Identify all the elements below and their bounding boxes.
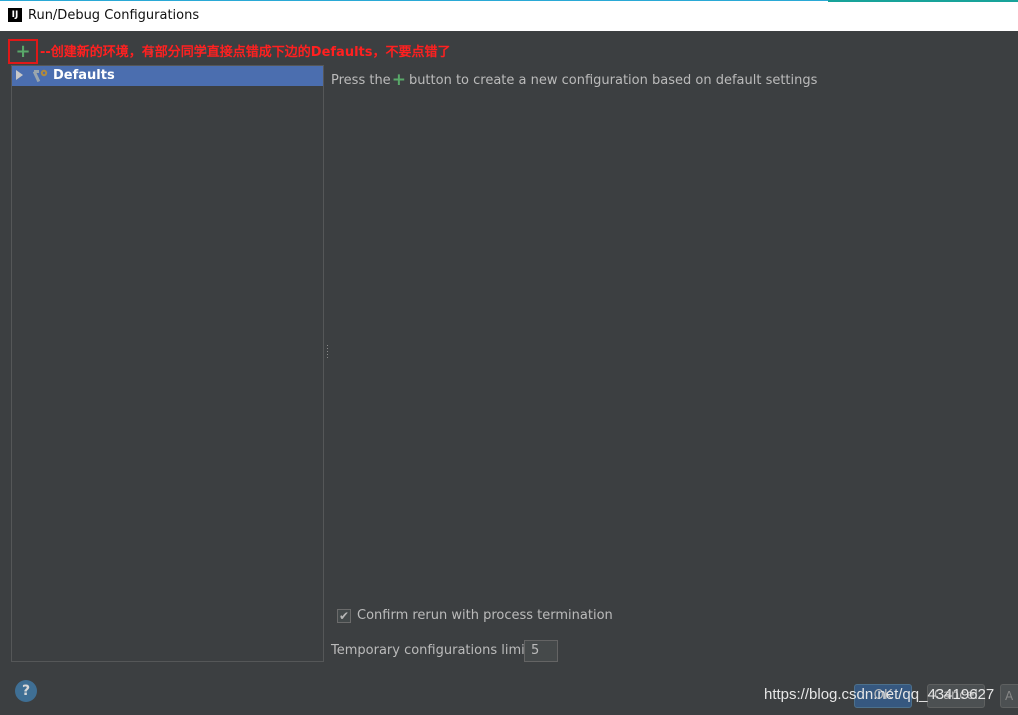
temp-limit-label: Temporary configurations limit:	[331, 643, 535, 658]
add-configuration-button[interactable]: +	[8, 39, 38, 64]
plus-icon: +	[15, 41, 31, 62]
help-button[interactable]: ?	[15, 680, 37, 702]
empty-state-hint: Press the+ button to create a new configu…	[331, 70, 817, 90]
intellij-app-icon: IJ	[8, 8, 22, 22]
title-accent-line	[828, 0, 1018, 2]
splitter-handle[interactable]	[326, 344, 329, 358]
temp-limit-input[interactable]: 5	[524, 640, 558, 662]
apply-button[interactable]: A	[1000, 684, 1018, 708]
annotation-text: --创建新的环境，有部分同学直接点错成下边的Defaults，不要点错了	[40, 45, 451, 60]
confirm-rerun-checkbox[interactable]: ✔	[337, 609, 351, 623]
hint-text-after: button to create a new configuration bas…	[408, 73, 818, 88]
hint-text-before: Press the	[331, 73, 391, 88]
tree-item-label: Defaults	[53, 68, 115, 83]
expand-arrow-icon[interactable]	[16, 70, 23, 80]
configuration-tree[interactable]: Defaults	[11, 65, 324, 662]
tree-item-defaults[interactable]: Defaults	[12, 66, 323, 86]
wrench-gear-icon	[33, 69, 48, 83]
watermark-text: https://blog.csdn.net/qq_43419627	[764, 686, 995, 703]
confirm-rerun-label: Confirm rerun with process termination	[357, 608, 613, 623]
title-bar: IJ Run/Debug Configurations	[0, 0, 1018, 31]
plus-icon: +	[391, 70, 406, 90]
window-title: Run/Debug Configurations	[28, 8, 200, 23]
